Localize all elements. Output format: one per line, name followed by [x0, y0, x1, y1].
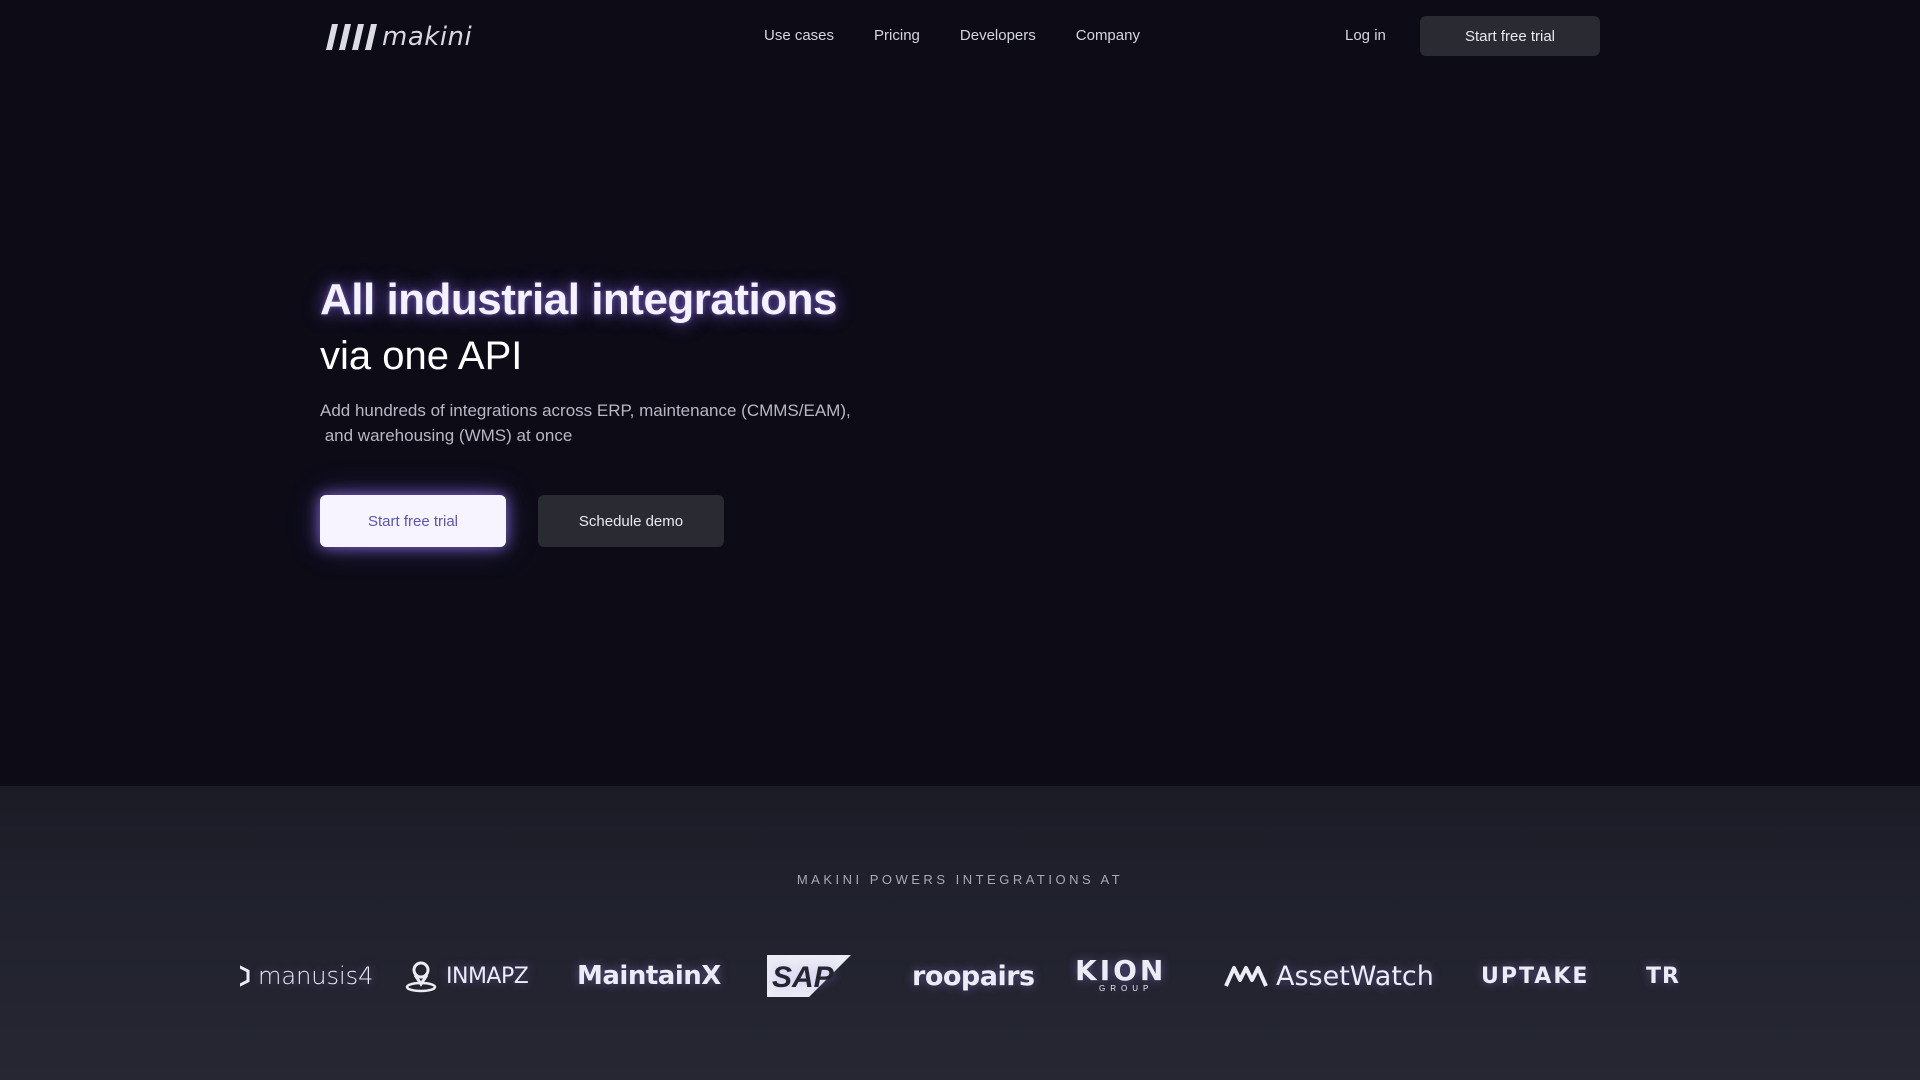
assetwatch-mark-icon [1224, 964, 1268, 988]
logo-roopairs: roopairs [912, 936, 1035, 1016]
hero-description-line-1: Add hundreds of integrations across ERP,… [320, 401, 851, 420]
logo-manusis4-text: manusis4 [258, 962, 374, 990]
logo-assetwatch-text: AssetWatch [1276, 960, 1434, 992]
logo-roopairs-text: roopairs [912, 960, 1035, 992]
start-free-trial-button[interactable]: Start free trial [320, 495, 506, 547]
logo-carousel: manusis4 INMAPZ MaintainX SAP roopairs K… [240, 936, 1680, 1016]
logo-maintainx-text: MaintainX [577, 961, 721, 991]
logo-uptake-text: UPTAKE [1481, 963, 1590, 989]
logo-manusis4: manusis4 [240, 936, 373, 1016]
logo-sap-text: SAP [772, 961, 835, 994]
nav-use-cases[interactable]: Use cases [764, 24, 834, 48]
hero-description: Add hundreds of integrations across ERP,… [320, 398, 920, 448]
header-start-trial-button[interactable]: Start free trial [1420, 16, 1600, 56]
schedule-demo-button[interactable]: Schedule demo [538, 495, 724, 547]
hero-description-line-2: and warehousing (WMS) at once [320, 426, 573, 445]
login-link[interactable]: Log in [1345, 24, 1386, 48]
nav-company[interactable]: Company [1076, 24, 1140, 48]
logo-tr-partial: TR [1646, 936, 1680, 1016]
logo-uptake: UPTAKE [1481, 936, 1589, 1016]
logo-kion-text: KION [1075, 954, 1167, 987]
logo-sap: SAP [767, 936, 851, 1016]
hero-subtitle: via one API [320, 334, 523, 378]
logos-heading: MAKINI POWERS INTEGRATIONS AT [796, 872, 1124, 887]
manusis-hexagon-icon [240, 963, 250, 989]
logo-assetwatch: AssetWatch [1224, 936, 1434, 1016]
main-nav: Use cases Pricing Developers Company [764, 24, 1140, 48]
logo-maintainx: MaintainX [577, 936, 721, 1016]
logo-kion-subtext: GROUP [1099, 984, 1154, 993]
customer-logos-section: MAKINI POWERS INTEGRATIONS AT manusis4 I… [0, 786, 1920, 1080]
nav-developers[interactable]: Developers [960, 24, 1036, 48]
nav-pricing[interactable]: Pricing [874, 24, 920, 48]
sap-logo-shape: SAP [767, 955, 851, 997]
logo-inmapz: INMAPZ [404, 936, 529, 1016]
logo-inmapz-text: INMAPZ [446, 963, 529, 989]
logo-wordmark: makini [382, 22, 473, 52]
logo-tr-text: TR [1646, 963, 1680, 989]
makini-bars-icon [326, 24, 377, 50]
logo-kion: KION GROUP [1075, 936, 1166, 1016]
hero-title: All industrial integrations [320, 275, 838, 324]
map-pin-icon [404, 959, 438, 993]
makini-logo[interactable]: makini [326, 20, 472, 54]
site-header: makini Use cases Pricing Developers Comp… [0, 0, 1920, 72]
